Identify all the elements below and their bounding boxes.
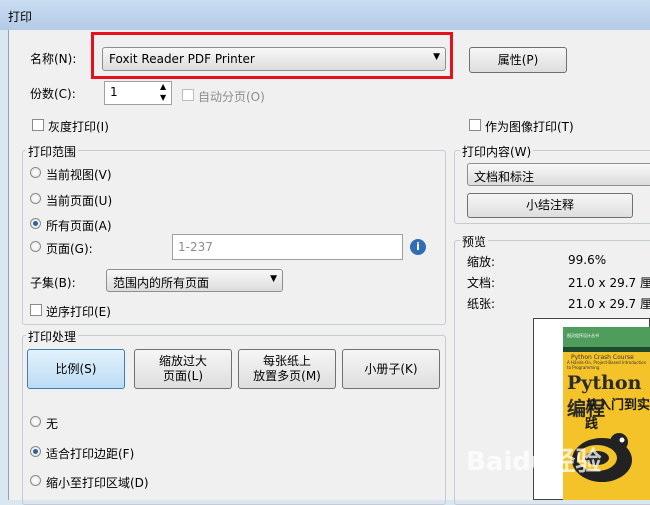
print-range-title: 打印范围: [26, 143, 79, 160]
grayscale-label: 灰度打印(I): [48, 120, 109, 134]
scale-button[interactable]: 比例(S): [27, 349, 125, 389]
all-pages-label: 所有页面(A): [46, 219, 112, 233]
pages-radio[interactable]: [30, 241, 41, 252]
current-page-radio[interactable]: [30, 193, 41, 204]
subset-select[interactable]: 范围内的所有页面 ▼: [106, 269, 283, 292]
watermark: Baidu经验: [466, 447, 602, 477]
copies-label: 份数(C):: [30, 87, 76, 101]
info-icon[interactable]: i: [410, 239, 426, 255]
print-content-select[interactable]: 文档和标注: [467, 163, 650, 186]
none-radio[interactable]: [30, 416, 41, 427]
multiple-pages-button[interactable]: 每张纸上 放置多页(M): [238, 349, 336, 389]
all-pages-radio[interactable]: [30, 218, 41, 229]
print-as-image-checkbox[interactable]: [469, 119, 481, 131]
print-handling-title: 打印处理: [26, 328, 79, 345]
window-title: 打印: [8, 10, 33, 24]
pages-input-placeholder: 1-237: [178, 240, 213, 254]
properties-button[interactable]: 属性(P): [469, 47, 567, 73]
print-content-title: 打印内容(W): [460, 143, 534, 160]
shrink-oversized-button[interactable]: 缩放过大 页面(L): [134, 349, 232, 389]
copies-spinbox[interactable]: 1 ▲ ▼: [104, 81, 172, 105]
collate-checkbox[interactable]: [182, 89, 194, 101]
none-label: 无: [46, 417, 59, 431]
cover-stripe: [563, 347, 650, 352]
printer-name-label: 名称(N):: [30, 52, 77, 66]
collate-label: 自动分页(O): [198, 90, 265, 104]
current-page-label: 当前页面(U): [46, 194, 113, 208]
summarize-comments-button[interactable]: 小结注释: [467, 193, 633, 218]
zoom-label: 缩放:: [467, 255, 496, 269]
cover-subtitle-en: A Hands-On, Project-Based Introduction t…: [567, 360, 647, 370]
print-as-image-label: 作为图像打印(T): [485, 120, 574, 134]
spin-down-icon[interactable]: ▼: [160, 93, 166, 102]
title-bar: 打印: [0, 0, 650, 30]
reverse-label: 逆序打印(E): [46, 305, 111, 319]
current-view-radio[interactable]: [30, 167, 41, 178]
shrink-oversized-line2: 页面(L): [162, 369, 204, 383]
paper-size-value: 21.0 x 29.7 厘米: [568, 297, 650, 311]
multiple-pages-line1: 每张纸上: [262, 354, 311, 368]
shrink-oversized-line1: 缩放过大: [158, 354, 207, 368]
current-view-label: 当前视图(V): [46, 168, 112, 182]
fit-margins-label: 适合打印边距(F): [46, 447, 135, 461]
preview-title: 预览: [460, 233, 489, 250]
pages-label: 页面(G):: [46, 242, 93, 256]
chevron-down-icon: ▼: [270, 274, 277, 284]
cover-series: 图灵程序设计丛书: [567, 333, 599, 338]
shrink-area-label: 缩小至打印区域(D): [46, 476, 149, 490]
document-size-label: 文档:: [467, 276, 496, 290]
multiple-pages-line2: 放置多页(M): [253, 369, 321, 383]
copies-value: 1: [110, 85, 118, 99]
shrink-area-radio[interactable]: [30, 475, 41, 486]
document-size-value: 21.0 x 29.7 厘米: [568, 276, 650, 290]
zoom-value: 99.6%: [568, 253, 607, 267]
grayscale-checkbox[interactable]: [32, 119, 44, 131]
reverse-checkbox[interactable]: [30, 304, 42, 316]
paper-size-label: 纸张:: [467, 297, 496, 311]
highlight-annotation: [91, 32, 453, 79]
subset-select-value: 范围内的所有页面: [113, 276, 210, 290]
booklet-button[interactable]: 小册子(K): [342, 349, 440, 389]
print-content-value: 文档和标注: [474, 170, 535, 184]
pages-input[interactable]: 1-237: [172, 234, 403, 260]
fit-margins-radio[interactable]: [30, 446, 41, 457]
spin-up-icon[interactable]: ▲: [160, 82, 166, 91]
subset-label: 子集(B):: [30, 276, 76, 290]
